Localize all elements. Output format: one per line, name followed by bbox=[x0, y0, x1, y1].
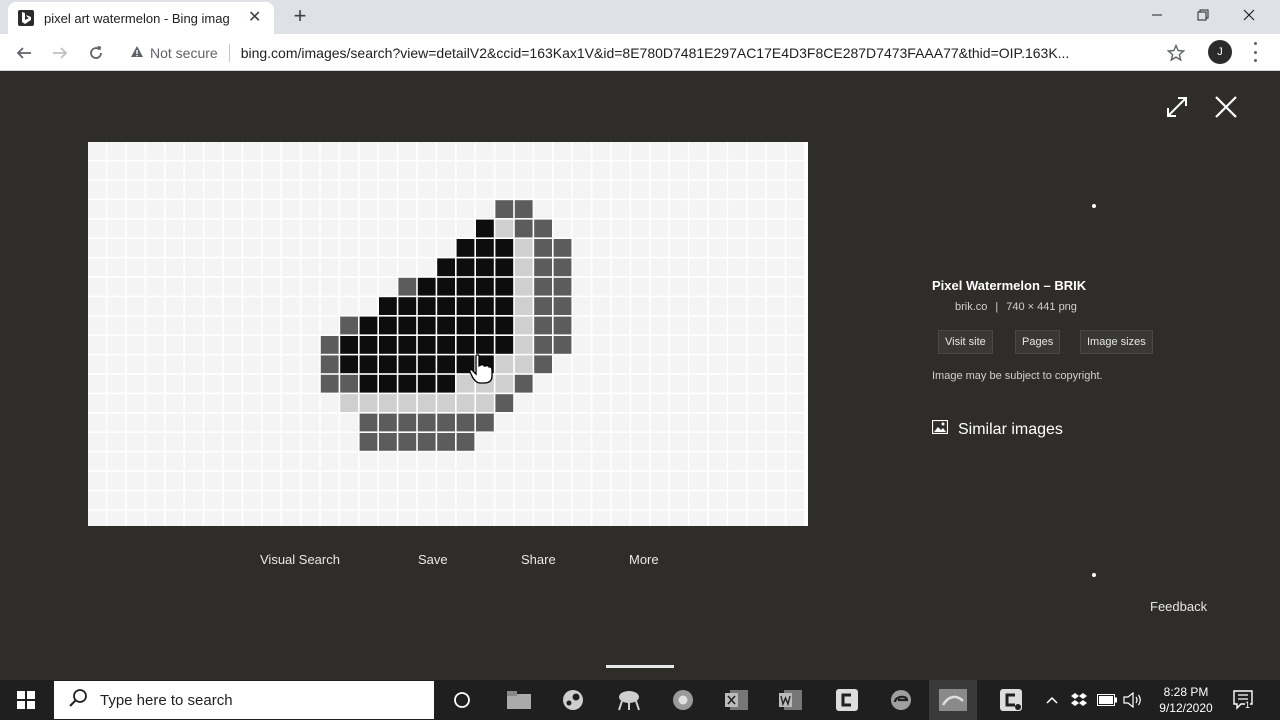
image-icon bbox=[931, 419, 949, 439]
dot-marker bbox=[1092, 573, 1096, 577]
feedback-link[interactable]: Feedback bbox=[1150, 599, 1207, 614]
bing-icon bbox=[18, 10, 34, 26]
bookmark-star-icon[interactable] bbox=[1163, 40, 1189, 66]
task-view-icon[interactable] bbox=[438, 680, 486, 720]
share-button[interactable]: Share bbox=[521, 552, 556, 567]
visual-search-button[interactable]: Visual Search bbox=[260, 552, 340, 567]
taskbar-search[interactable]: Type here to search bbox=[54, 681, 434, 719]
image-meta: 740 × 441 png bbox=[1006, 301, 1077, 313]
notifications-icon[interactable]: 1 bbox=[1230, 680, 1258, 720]
profile-avatar[interactable]: J bbox=[1208, 40, 1232, 64]
source-domain[interactable]: brik.co bbox=[955, 301, 987, 313]
hand-cursor-icon bbox=[468, 354, 494, 384]
visit-site-button[interactable]: Visit site bbox=[938, 330, 993, 354]
similar-images-link[interactable]: Similar images bbox=[931, 419, 1063, 439]
warning-icon bbox=[130, 45, 144, 61]
main-image[interactable] bbox=[88, 142, 808, 526]
image-title[interactable]: Pixel Watermelon – BRIK bbox=[932, 278, 1086, 293]
clock-time: 8:28 PM bbox=[1163, 685, 1209, 699]
notification-badge: 1 bbox=[1245, 700, 1251, 710]
omnibox-divider bbox=[228, 43, 230, 62]
image-sizes-button[interactable]: Image sizes bbox=[1080, 330, 1153, 354]
dot-marker bbox=[1092, 204, 1096, 208]
app-icon[interactable] bbox=[605, 680, 653, 720]
taskbar: Type here to search 8:28 PM 9/12/2020 1 bbox=[0, 680, 1280, 720]
pages-button[interactable]: Pages bbox=[1015, 330, 1061, 354]
url-text[interactable]: bing.com/images/search?view=detailV2&cci… bbox=[241, 45, 1141, 61]
excel-icon[interactable] bbox=[713, 680, 761, 720]
address-bar[interactable]: Not secure bing.com/images/search?view=d… bbox=[120, 38, 1194, 67]
expand-icon[interactable] bbox=[1162, 92, 1192, 122]
new-tab-button[interactable]: + bbox=[288, 5, 312, 29]
tab-title: pixel art watermelon - Bing imag bbox=[44, 10, 230, 26]
save-button[interactable]: Save bbox=[418, 552, 448, 567]
word-icon[interactable] bbox=[767, 680, 815, 720]
file-explorer-icon[interactable] bbox=[495, 680, 543, 720]
camtasia-icon[interactable] bbox=[823, 680, 871, 720]
windows-start-icon[interactable] bbox=[0, 680, 52, 720]
close-icon[interactable] bbox=[1226, 0, 1272, 30]
image-actions-bar: Visual Search Save Share More bbox=[0, 552, 800, 572]
reload-icon[interactable] bbox=[83, 40, 109, 66]
restore-icon[interactable] bbox=[1180, 0, 1226, 30]
minimize-icon[interactable] bbox=[1134, 0, 1180, 30]
battery-icon[interactable] bbox=[1096, 680, 1118, 720]
image-source: brik.co | 740 × 441 png bbox=[955, 301, 1077, 313]
tab-close-icon[interactable]: ✕ bbox=[248, 10, 261, 26]
security-label: Not secure bbox=[150, 44, 218, 61]
pixel-watermelon-image bbox=[88, 142, 805, 526]
active-app-icon[interactable] bbox=[929, 680, 977, 720]
image-viewer: Visual Search Save Share More Pixel Wate… bbox=[0, 72, 1280, 680]
system-clock[interactable]: 8:28 PM 9/12/2020 bbox=[1148, 684, 1224, 716]
dropbox-icon[interactable] bbox=[1068, 680, 1090, 720]
search-placeholder: Type here to search bbox=[100, 691, 233, 709]
volume-icon[interactable] bbox=[1122, 680, 1144, 720]
browser-toolbar: Not secure bing.com/images/search?view=d… bbox=[0, 34, 1280, 71]
edge-icon[interactable] bbox=[877, 680, 925, 720]
tab-strip: pixel art watermelon - Bing imag ✕ + bbox=[0, 0, 1280, 34]
clock-date: 9/12/2020 bbox=[1159, 701, 1213, 715]
back-icon[interactable] bbox=[11, 40, 37, 66]
security-indicator[interactable]: Not secure bbox=[120, 45, 218, 61]
browser-tab[interactable]: pixel art watermelon - Bing imag ✕ bbox=[8, 2, 274, 34]
browser-menu-icon[interactable] bbox=[1252, 42, 1258, 62]
camtasia-recorder-icon[interactable] bbox=[987, 680, 1035, 720]
carousel-indicator bbox=[606, 665, 674, 668]
source-separator: | bbox=[995, 301, 999, 313]
steam-icon[interactable] bbox=[549, 680, 597, 720]
copyright-notice: Image may be subject to copyright. bbox=[932, 370, 1103, 382]
chrome-icon[interactable] bbox=[659, 680, 707, 720]
chevron-up-icon[interactable] bbox=[1043, 680, 1061, 720]
forward-icon[interactable] bbox=[47, 40, 73, 66]
more-button[interactable]: More bbox=[629, 552, 659, 567]
close-viewer-icon[interactable] bbox=[1211, 92, 1241, 122]
similar-images-label: Similar images bbox=[958, 420, 1063, 438]
search-icon bbox=[68, 688, 88, 713]
